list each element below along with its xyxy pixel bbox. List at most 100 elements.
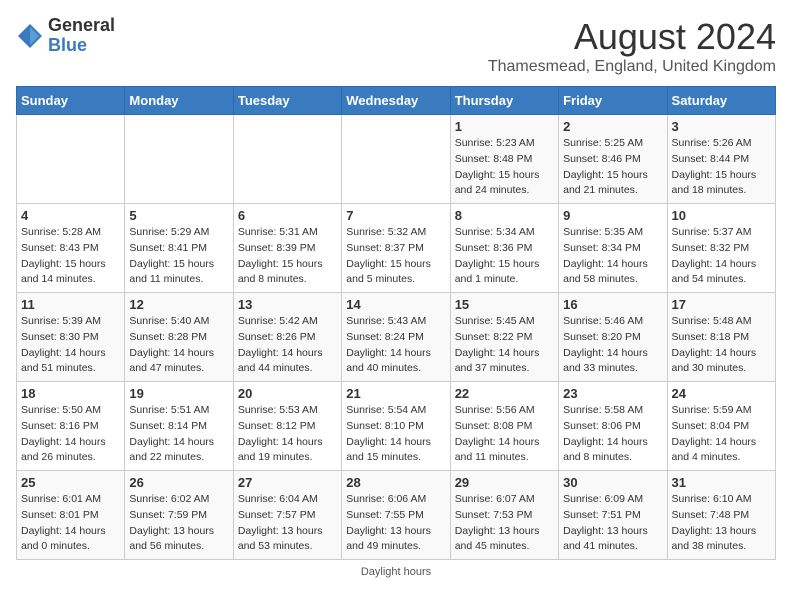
calendar-cell: 1 Sunrise: 5:23 AM Sunset: 8:48 PM Daylig… <box>450 115 558 204</box>
day-detail: Sunrise: 5:43 AM Sunset: 8:24 PM Dayligh… <box>346 314 445 377</box>
logo-general-text: General <box>48 16 115 36</box>
calendar-cell: 8 Sunrise: 5:34 AM Sunset: 8:36 PM Daylig… <box>450 204 558 293</box>
day-detail: Sunrise: 5:46 AM Sunset: 8:20 PM Dayligh… <box>563 314 662 377</box>
calendar-cell: 10 Sunrise: 5:37 AM Sunset: 8:32 PM Dayli… <box>667 204 775 293</box>
calendar-table: SundayMondayTuesdayWednesdayThursdayFrid… <box>16 86 776 560</box>
day-number: 22 <box>455 386 554 401</box>
calendar-week-row: 25 Sunrise: 6:01 AM Sunset: 8:01 PM Dayli… <box>17 471 776 560</box>
calendar-cell: 21 Sunrise: 5:54 AM Sunset: 8:10 PM Dayli… <box>342 382 450 471</box>
day-number: 3 <box>672 119 771 134</box>
day-detail: Sunrise: 6:02 AM Sunset: 7:59 PM Dayligh… <box>129 492 228 555</box>
calendar-cell: 17 Sunrise: 5:48 AM Sunset: 8:18 PM Dayli… <box>667 293 775 382</box>
day-detail: Sunrise: 5:45 AM Sunset: 8:22 PM Dayligh… <box>455 314 554 377</box>
calendar-cell: 24 Sunrise: 5:59 AM Sunset: 8:04 PM Dayli… <box>667 382 775 471</box>
calendar-cell: 20Sunrise: 5:53 AM Sunset: 8:12 PM Dayli… <box>233 382 341 471</box>
calendar-header-row: SundayMondayTuesdayWednesdayThursdayFrid… <box>17 87 776 115</box>
calendar-week-row: 18 Sunrise: 5:50 AM Sunset: 8:16 PM Dayli… <box>17 382 776 471</box>
calendar-title: August 2024 <box>488 16 776 58</box>
day-detail: Sunrise: 5:35 AM Sunset: 8:34 PM Dayligh… <box>563 225 662 288</box>
calendar-cell <box>125 115 233 204</box>
day-number: 28 <box>346 475 445 490</box>
calendar-week-row: 1 Sunrise: 5:23 AM Sunset: 8:48 PM Daylig… <box>17 115 776 204</box>
header-day-monday: Monday <box>125 87 233 115</box>
day-number: 18 <box>21 386 120 401</box>
header-day-sunday: Sunday <box>17 87 125 115</box>
day-number: 29 <box>455 475 554 490</box>
day-detail: Sunrise: 5:56 AM Sunset: 8:08 PM Dayligh… <box>455 403 554 466</box>
day-detail: Sunrise: 5:59 AM Sunset: 8:04 PM Dayligh… <box>672 403 771 466</box>
calendar-cell: 28 Sunrise: 6:06 AM Sunset: 7:55 PM Dayli… <box>342 471 450 560</box>
day-number: 21 <box>346 386 445 401</box>
calendar-cell: 7Sunrise: 5:32 AM Sunset: 8:37 PM Daylig… <box>342 204 450 293</box>
calendar-cell: 3Sunrise: 5:26 AM Sunset: 8:44 PM Daylig… <box>667 115 775 204</box>
day-detail: Sunrise: 5:53 AM Sunset: 8:12 PM Dayligh… <box>238 403 337 466</box>
day-detail: Sunrise: 6:06 AM Sunset: 7:55 PM Dayligh… <box>346 492 445 555</box>
day-number: 8 <box>455 208 554 223</box>
day-number: 12 <box>129 297 228 312</box>
calendar-cell: 14 Sunrise: 5:43 AM Sunset: 8:24 PM Dayli… <box>342 293 450 382</box>
page-header: General Blue August 2024 Thamesmead, Eng… <box>16 16 776 76</box>
calendar-cell: 9 Sunrise: 5:35 AM Sunset: 8:34 PM Daylig… <box>559 204 667 293</box>
day-number: 26 <box>129 475 228 490</box>
calendar-cell: 31 Sunrise: 6:10 AM Sunset: 7:48 PM Dayli… <box>667 471 775 560</box>
calendar-cell: 4Sunrise: 5:28 AM Sunset: 8:43 PM Daylig… <box>17 204 125 293</box>
day-number: 9 <box>563 208 662 223</box>
day-number: 5 <box>129 208 228 223</box>
day-detail: Sunrise: 5:58 AM Sunset: 8:06 PM Dayligh… <box>563 403 662 466</box>
day-detail: Sunrise: 5:37 AM Sunset: 8:32 PM Dayligh… <box>672 225 771 288</box>
day-detail: Sunrise: 5:54 AM Sunset: 8:10 PM Dayligh… <box>346 403 445 466</box>
day-detail: Sunrise: 5:34 AM Sunset: 8:36 PM Dayligh… <box>455 225 554 288</box>
day-number: 27 <box>238 475 337 490</box>
day-detail: Sunrise: 5:50 AM Sunset: 8:16 PM Dayligh… <box>21 403 120 466</box>
day-number: 30 <box>563 475 662 490</box>
day-detail: Sunrise: 5:23 AM Sunset: 8:48 PM Dayligh… <box>455 136 554 199</box>
day-detail: Sunrise: 5:29 AM Sunset: 8:41 PM Dayligh… <box>129 225 228 288</box>
calendar-cell: 11 Sunrise: 5:39 AM Sunset: 8:30 PM Dayli… <box>17 293 125 382</box>
day-detail: Sunrise: 5:31 AM Sunset: 8:39 PM Dayligh… <box>238 225 337 288</box>
day-number: 31 <box>672 475 771 490</box>
calendar-cell <box>17 115 125 204</box>
calendar-cell: 2 Sunrise: 5:25 AM Sunset: 8:46 PM Daylig… <box>559 115 667 204</box>
day-number: 2 <box>563 119 662 134</box>
header-day-friday: Friday <box>559 87 667 115</box>
day-number: 15 <box>455 297 554 312</box>
day-number: 1 <box>455 119 554 134</box>
calendar-cell: 26 Sunrise: 6:02 AM Sunset: 7:59 PM Dayli… <box>125 471 233 560</box>
day-number: 6 <box>238 208 337 223</box>
day-number: 10 <box>672 208 771 223</box>
calendar-cell: 15 Sunrise: 5:45 AM Sunset: 8:22 PM Dayli… <box>450 293 558 382</box>
day-number: 25 <box>21 475 120 490</box>
calendar-cell: 12Sunrise: 5:40 AM Sunset: 8:28 PM Dayli… <box>125 293 233 382</box>
day-detail: Sunrise: 6:10 AM Sunset: 7:48 PM Dayligh… <box>672 492 771 555</box>
day-detail: Sunrise: 5:25 AM Sunset: 8:46 PM Dayligh… <box>563 136 662 199</box>
day-detail: Sunrise: 5:42 AM Sunset: 8:26 PM Dayligh… <box>238 314 337 377</box>
day-detail: Sunrise: 5:48 AM Sunset: 8:18 PM Dayligh… <box>672 314 771 377</box>
logo-icon <box>16 22 44 50</box>
header-day-thursday: Thursday <box>450 87 558 115</box>
header-day-saturday: Saturday <box>667 87 775 115</box>
day-number: 24 <box>672 386 771 401</box>
day-number: 17 <box>672 297 771 312</box>
header-day-tuesday: Tuesday <box>233 87 341 115</box>
day-detail: Sunrise: 5:51 AM Sunset: 8:14 PM Dayligh… <box>129 403 228 466</box>
calendar-cell: 30Sunrise: 6:09 AM Sunset: 7:51 PM Dayli… <box>559 471 667 560</box>
day-number: 23 <box>563 386 662 401</box>
calendar-week-row: 4Sunrise: 5:28 AM Sunset: 8:43 PM Daylig… <box>17 204 776 293</box>
day-detail: Sunrise: 5:39 AM Sunset: 8:30 PM Dayligh… <box>21 314 120 377</box>
day-number: 4 <box>21 208 120 223</box>
calendar-cell: 29 Sunrise: 6:07 AM Sunset: 7:53 PM Dayli… <box>450 471 558 560</box>
day-detail: Sunrise: 6:07 AM Sunset: 7:53 PM Dayligh… <box>455 492 554 555</box>
title-block: August 2024 Thamesmead, England, United … <box>488 16 776 76</box>
footer-note: Daylight hours <box>16 566 776 578</box>
calendar-cell: 19Sunrise: 5:51 AM Sunset: 8:14 PM Dayli… <box>125 382 233 471</box>
calendar-cell: 18 Sunrise: 5:50 AM Sunset: 8:16 PM Dayli… <box>17 382 125 471</box>
day-detail: Sunrise: 6:04 AM Sunset: 7:57 PM Dayligh… <box>238 492 337 555</box>
day-number: 16 <box>563 297 662 312</box>
calendar-cell: 13Sunrise: 5:42 AM Sunset: 8:26 PM Dayli… <box>233 293 341 382</box>
day-number: 11 <box>21 297 120 312</box>
calendar-cell: 27 Sunrise: 6:04 AM Sunset: 7:57 PM Dayli… <box>233 471 341 560</box>
day-detail: Sunrise: 6:01 AM Sunset: 8:01 PM Dayligh… <box>21 492 120 555</box>
day-number: 14 <box>346 297 445 312</box>
calendar-subtitle: Thamesmead, England, United Kingdom <box>488 58 776 76</box>
calendar-cell: 22 Sunrise: 5:56 AM Sunset: 8:08 PM Dayli… <box>450 382 558 471</box>
